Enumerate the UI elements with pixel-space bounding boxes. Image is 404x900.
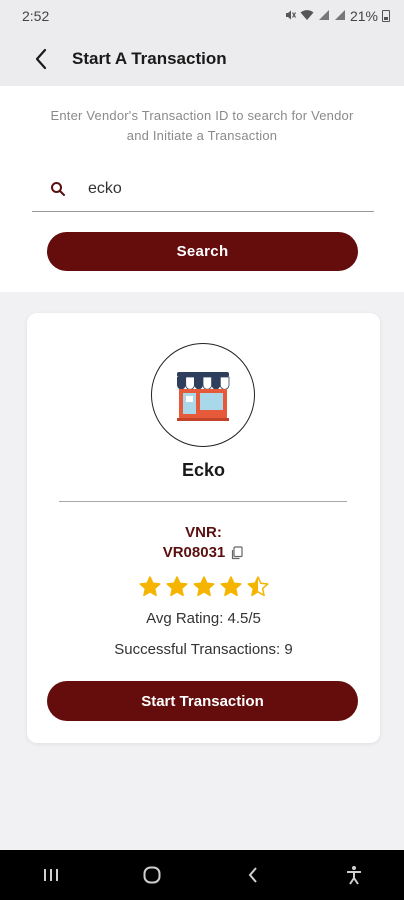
back-icon[interactable] — [233, 860, 273, 890]
rating-stars — [27, 575, 380, 599]
search-section: Enter Vendor's Transaction ID to search … — [0, 86, 404, 292]
page-title: Start A Transaction — [72, 49, 227, 68]
signal-icon — [334, 9, 346, 24]
vendor-avatar — [151, 343, 255, 447]
start-transaction-button[interactable]: Start Transaction — [47, 681, 358, 721]
search-instructions: Enter Vendor's Transaction ID to search … — [50, 108, 354, 143]
accessibility-icon[interactable] — [334, 860, 374, 890]
vnr-label: VNR: — [185, 524, 222, 541]
screen: 2:52 21% Start A Transaction Enter Vendo… — [0, 0, 404, 900]
back-arrow-icon — [35, 48, 47, 70]
back-button[interactable] — [26, 44, 56, 74]
storefront-icon — [177, 372, 230, 421]
status-time: 2:52 — [22, 8, 50, 24]
vendor-name: Ecko — [181, 460, 226, 480]
search-field[interactable] — [32, 166, 374, 212]
search-icon — [48, 179, 68, 199]
signal-icon — [318, 9, 330, 24]
divider — [59, 501, 347, 502]
battery-icon — [382, 10, 390, 22]
wifi-icon — [300, 9, 314, 24]
search-button[interactable]: Search — [47, 232, 358, 271]
star-full-icon — [138, 576, 161, 597]
system-nav-bar — [0, 850, 404, 900]
star-full-icon — [192, 576, 215, 597]
mute-icon — [284, 9, 296, 24]
vnr-value: VR08031 — [162, 544, 226, 561]
avg-rating: Avg Rating: 4.5/5 — [146, 610, 261, 627]
vendor-card: Ecko VNR: VR08031 Avg Rating: 4.5/5 Succ… — [27, 313, 380, 743]
vnr-row: VR08031 — [27, 544, 380, 561]
recent-apps-icon[interactable] — [31, 860, 71, 890]
home-icon[interactable] — [132, 860, 172, 890]
successful-transactions: Successful Transactions: 9 — [114, 641, 293, 658]
star-full-icon — [219, 576, 242, 597]
app-bar: Start A Transaction — [0, 32, 404, 86]
search-input[interactable] — [88, 179, 348, 198]
copy-icon[interactable] — [230, 545, 244, 560]
star-half-icon — [246, 576, 269, 597]
status-bar: 2:52 21% — [0, 0, 404, 32]
battery-percent: 21% — [349, 8, 378, 24]
status-icons: 21% — [284, 8, 390, 24]
star-full-icon — [165, 576, 188, 597]
